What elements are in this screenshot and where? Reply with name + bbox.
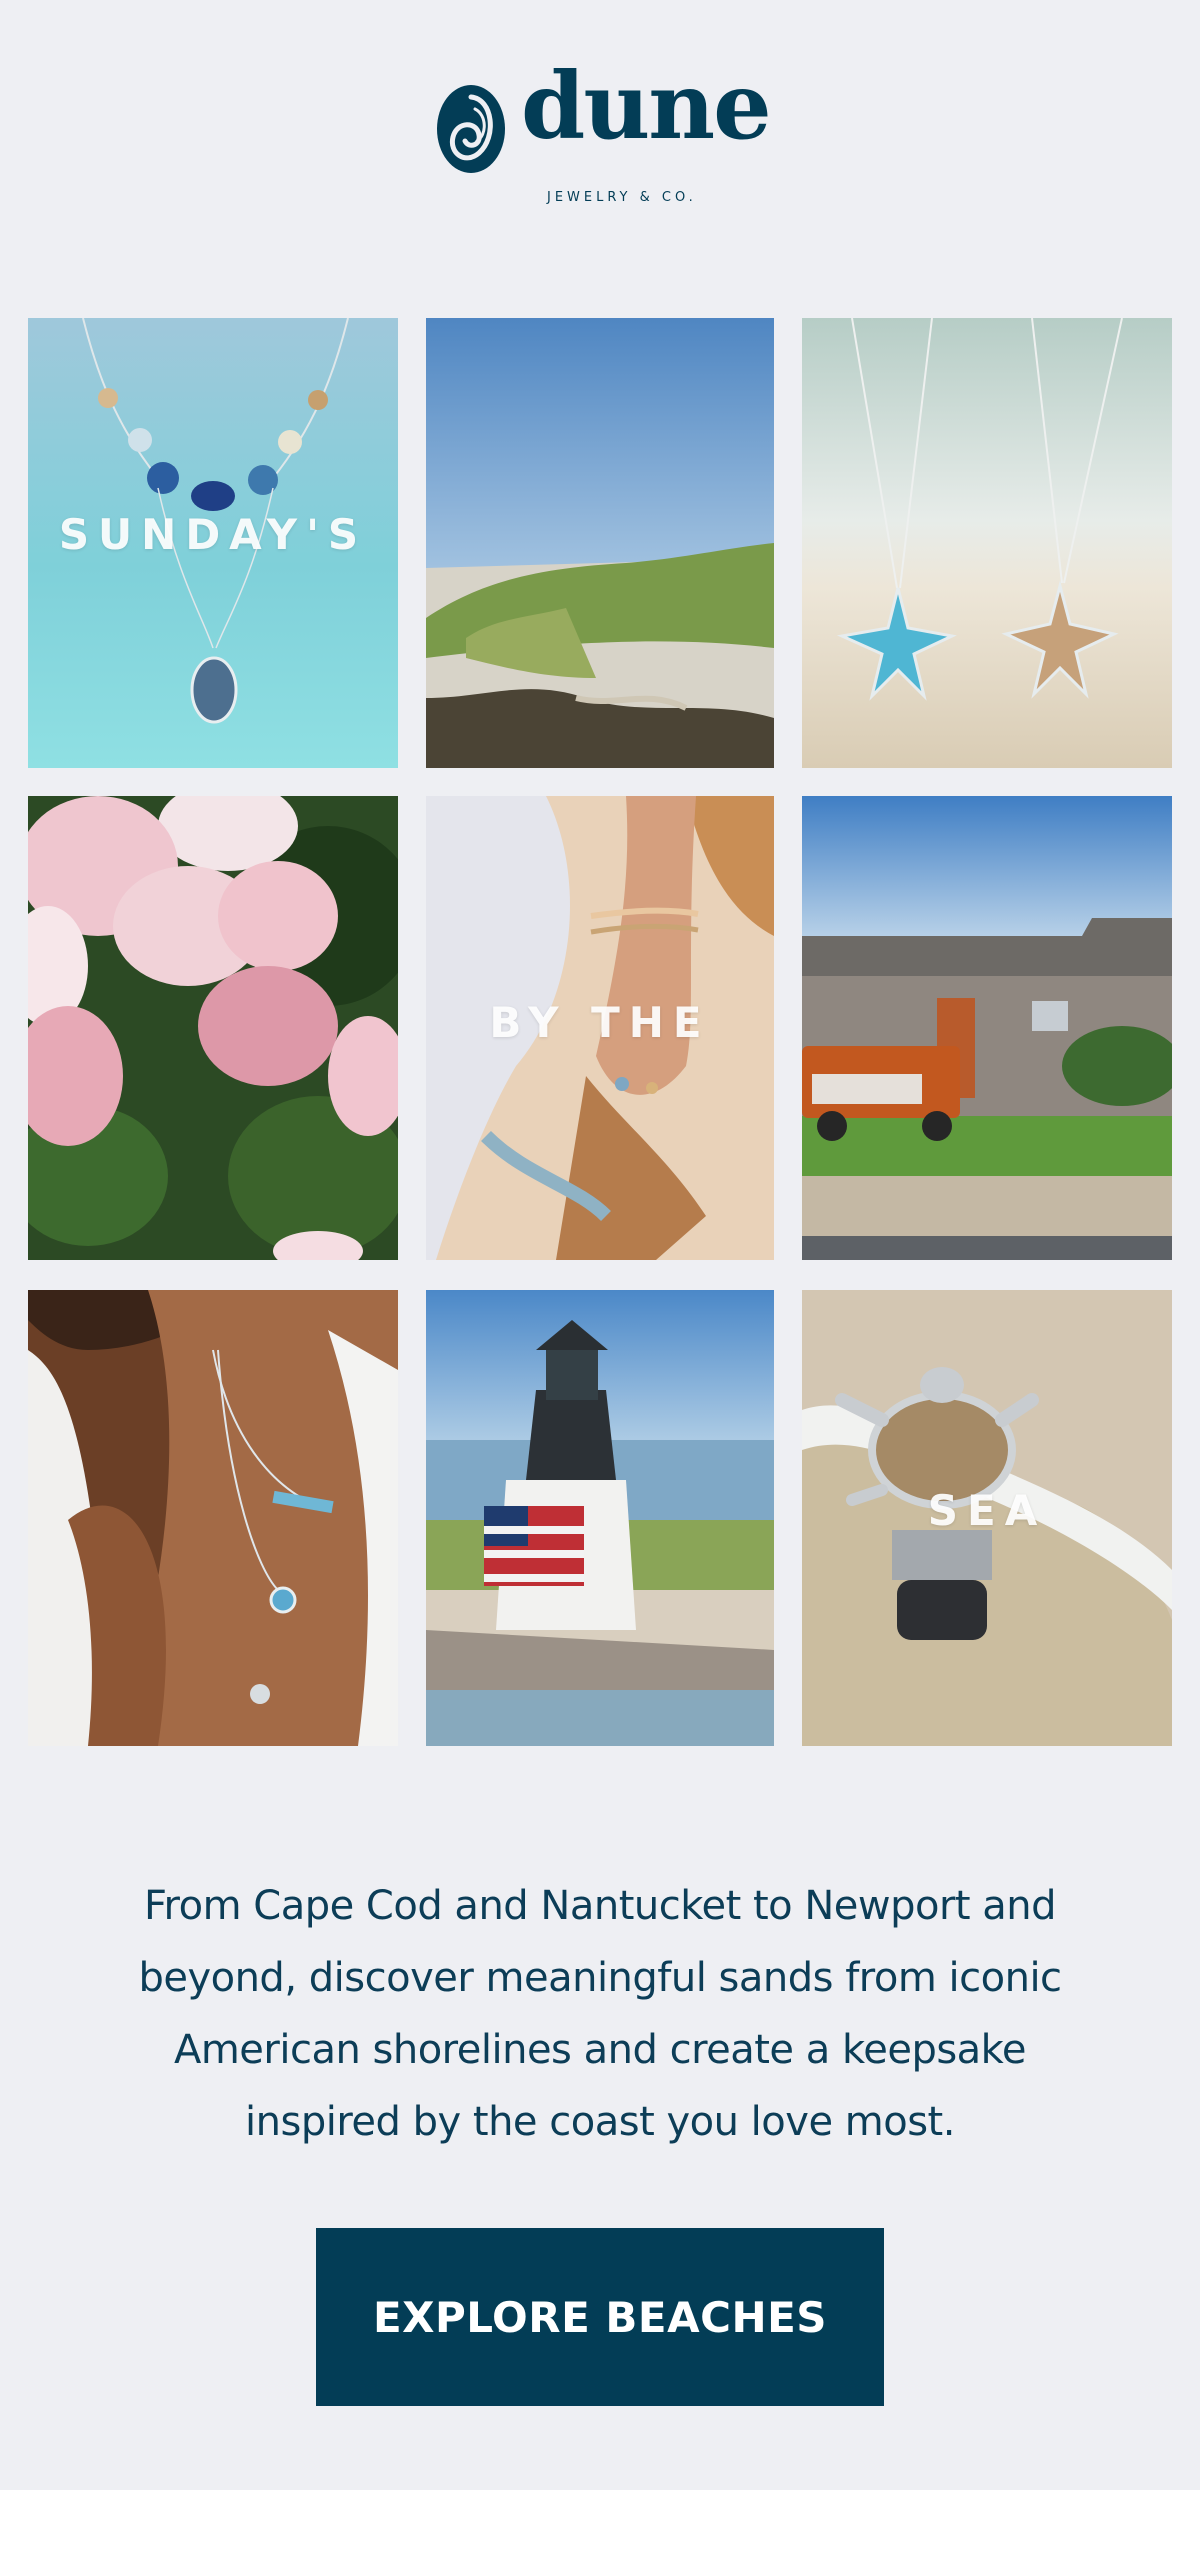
overlay-text-sea: SEA: [927, 1486, 1047, 1535]
lighthouse-photo: [426, 1290, 774, 1746]
layered-necklaces-photo: [28, 1290, 398, 1746]
brand-tagline: JEWELRY & CO.: [547, 190, 697, 205]
body-copy-line: American shorelines and create a keepsak…: [173, 2027, 1027, 2073]
body-copy: From Cape Cod and Nantucket to Newport a…: [100, 1870, 1100, 2158]
cta-label: EXPLORE BEACHES: [372, 2292, 828, 2342]
body-copy-line: inspired by the coast you love most.: [245, 2099, 955, 2145]
gallery-tile-hydrangea[interactable]: [28, 796, 398, 1260]
gallery-tile-hand[interactable]: BY THE: [426, 796, 774, 1260]
overlay-text-by-the: BY THE: [489, 998, 711, 1047]
body-copy-line: From Cape Cod and Nantucket to Newport a…: [143, 1883, 1057, 1929]
gallery-tile-necklace[interactable]: SUNDAY'S: [28, 318, 398, 768]
wave-logo-icon: [437, 85, 505, 173]
gallery-tile-lighthouse[interactable]: [426, 1290, 774, 1746]
body-copy-line: beyond, discover meaningful sands from i…: [138, 1955, 1062, 2001]
gallery-tile-dune[interactable]: [426, 318, 774, 768]
starfish-necklace-photo: [802, 318, 1172, 768]
explore-beaches-button[interactable]: EXPLORE BEACHES: [316, 2228, 884, 2406]
dune-grass-photo: [426, 318, 774, 768]
gallery-tile-cottage[interactable]: [802, 796, 1172, 1260]
overlay-text-sundays: SUNDAY'S: [58, 510, 368, 559]
gallery-tile-starfish[interactable]: [802, 318, 1172, 768]
gallery-tile-turtle[interactable]: SEA: [802, 1290, 1172, 1746]
footer-strip: [0, 2490, 1200, 2558]
gallery-tile-layered-necklaces[interactable]: [28, 1290, 398, 1746]
cottage-truck-photo: [802, 796, 1172, 1260]
brand-wordmark: dune: [521, 52, 772, 160]
brand-logo[interactable]: dune JEWELRY & CO.: [435, 60, 772, 210]
email-body: dune JEWELRY & CO. SUNDAY'S BY THE SEA F…: [0, 0, 1200, 2490]
hydrangea-photo: [28, 796, 398, 1260]
